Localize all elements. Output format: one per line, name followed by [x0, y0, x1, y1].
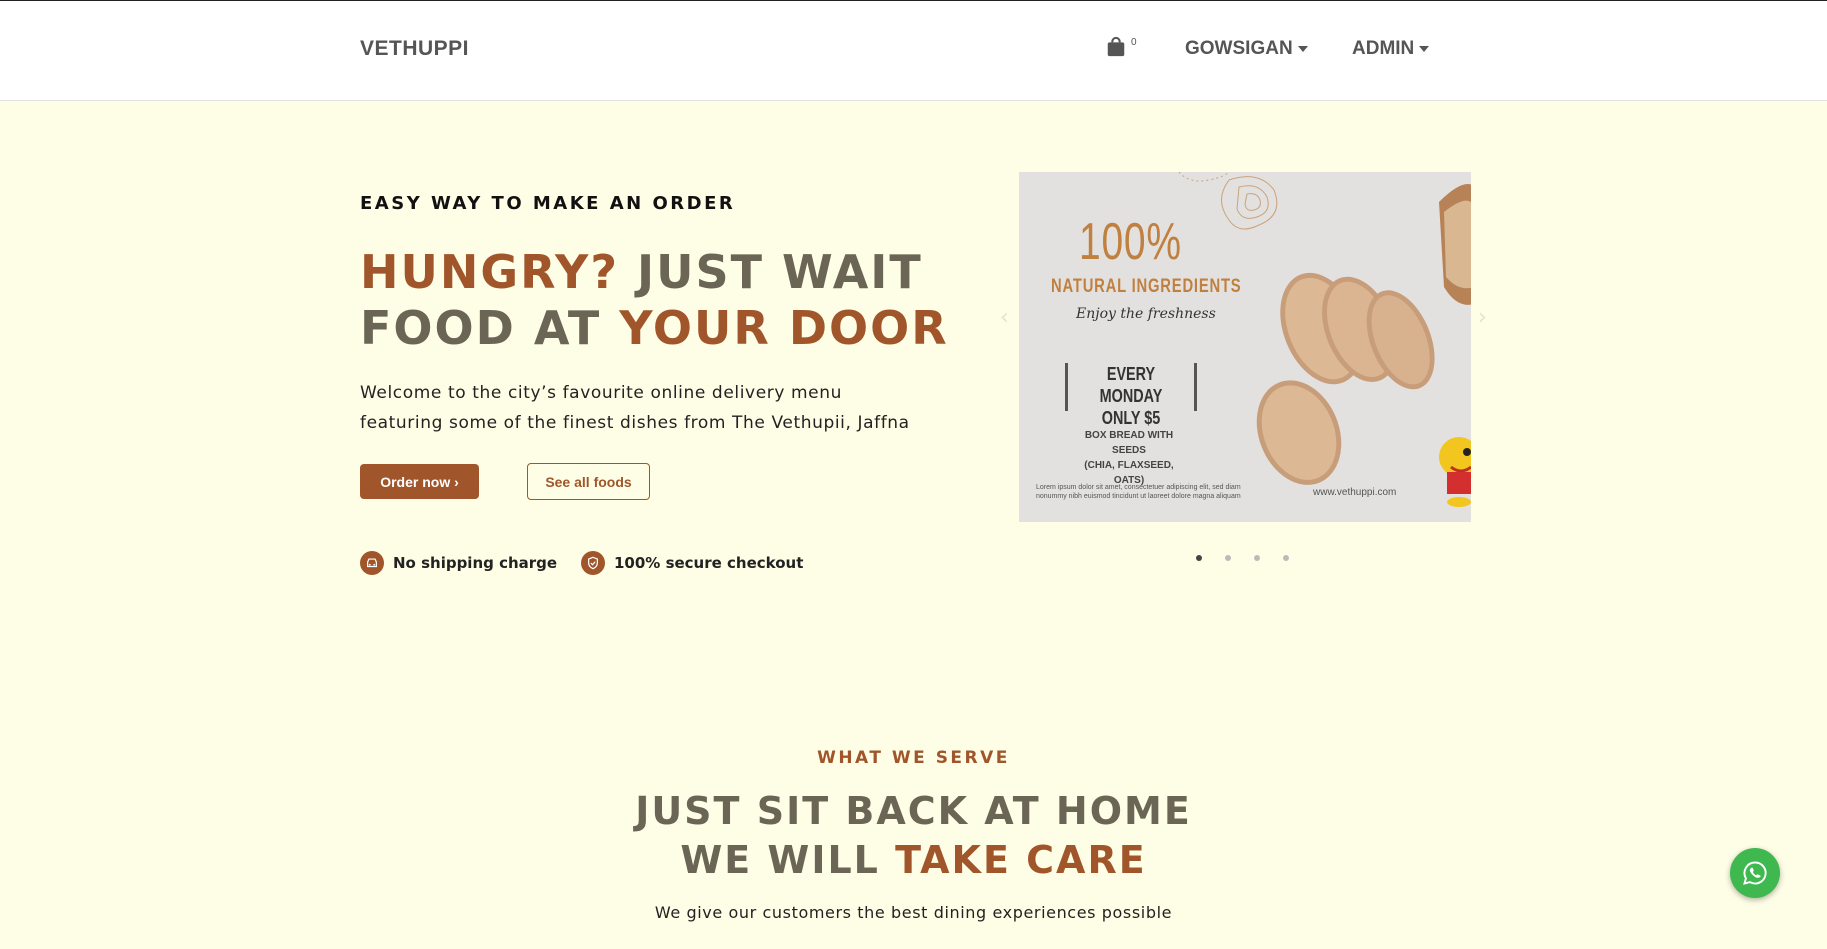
feature-secure-checkout: 100% secure checkout [581, 551, 803, 575]
carousel-dot-2[interactable] [1225, 555, 1231, 561]
brand-logo[interactable]: VETHUPPI [360, 37, 469, 61]
serve-title-accent: TAKE CARE [895, 838, 1147, 882]
carousel-prev-arrow[interactable]: ‹ [1000, 305, 1014, 330]
promo-subheadline: NATURAL INGREDIENTS [1051, 276, 1242, 297]
hero-eyebrow: EASY WAY TO MAKE AN ORDER [360, 193, 736, 214]
serve-eyebrow: WHAT WE SERVE [817, 748, 1010, 768]
shield-icon [581, 551, 605, 575]
promo-product: BOX BREAD WITH SEEDS (CHIA, FLAXSEED, OA… [1074, 428, 1184, 488]
hero-carousel[interactable]: 100% NATURAL INGREDIENTS Enjoy the fresh… [1019, 172, 1471, 522]
promo-offer-line-2: ONLY $5 [1101, 408, 1161, 428]
promo-lorem-text: Lorem ipsum dolor sit amet, consectetuer… [1036, 484, 1241, 500]
hero-title-accent-2: YOUR DOOR [619, 301, 949, 355]
cart-button[interactable] [1105, 36, 1131, 62]
hero-title-accent-1: HUNGRY? [360, 245, 620, 299]
hero-title-text-2: FOOD AT [360, 301, 620, 355]
whatsapp-chat-button[interactable] [1730, 848, 1780, 898]
promo-offer-box: EVERY MONDAY ONLY $5 [1065, 363, 1197, 428]
navbar: VETHUPPI 0 GOWSIGAN ADMIN [0, 1, 1827, 101]
user-menu-dropdown[interactable]: GOWSIGAN [1185, 38, 1308, 60]
carousel-next-arrow[interactable]: › [1478, 305, 1492, 330]
carousel-dot-1[interactable] [1196, 555, 1202, 561]
promo-script: Enjoy the freshness [1076, 306, 1216, 322]
shopping-bag-icon [1107, 36, 1125, 57]
hero-title: HUNGRY? JUST WAIT FOOD AT YOUR DOOR [360, 244, 949, 356]
caret-down-icon [1419, 46, 1430, 52]
serve-title-text-2: WE WILL [680, 838, 896, 882]
feature-no-shipping: No shipping charge [360, 551, 557, 575]
hero-description-line-2: featuring some of the finest dishes from… [360, 413, 910, 433]
serve-description: We give our customers the best dining ex… [654, 903, 1173, 922]
carousel-dot-3[interactable] [1254, 555, 1260, 561]
admin-menu-dropdown[interactable]: ADMIN [1352, 38, 1430, 60]
promo-offer-line-1: EVERY MONDAY [1099, 364, 1163, 406]
feature-label: No shipping charge [393, 554, 558, 572]
order-now-button[interactable]: Order now › [360, 464, 479, 499]
promo-url: www.vethuppi.com [1313, 487, 1397, 498]
whatsapp-icon [1743, 861, 1767, 885]
promo-headline: 100% [1079, 213, 1182, 271]
hero-description: Welcome to the city’s favourite online d… [360, 378, 920, 438]
carousel-indicators [1196, 555, 1289, 561]
car-icon [360, 551, 384, 575]
carousel-dot-4[interactable] [1283, 555, 1289, 561]
admin-menu-label: ADMIN [1352, 38, 1415, 59]
caret-down-icon [1297, 46, 1308, 52]
hero-title-text-1: JUST WAIT [619, 245, 923, 299]
cart-count-badge: 0 [1131, 37, 1137, 48]
promo-product-line-1: BOX BREAD WITH SEEDS [1084, 430, 1174, 456]
hero-description-line-1: Welcome to the city’s favourite online d… [360, 383, 842, 403]
serve-title: JUST SIT BACK AT HOME WE WILL TAKE CARE [0, 787, 1827, 885]
serve-title-line-1: JUST SIT BACK AT HOME [635, 789, 1192, 833]
see-all-foods-button[interactable]: See all foods [527, 463, 650, 500]
user-menu-label: GOWSIGAN [1185, 38, 1293, 59]
feature-label: 100% secure checkout [614, 554, 804, 572]
